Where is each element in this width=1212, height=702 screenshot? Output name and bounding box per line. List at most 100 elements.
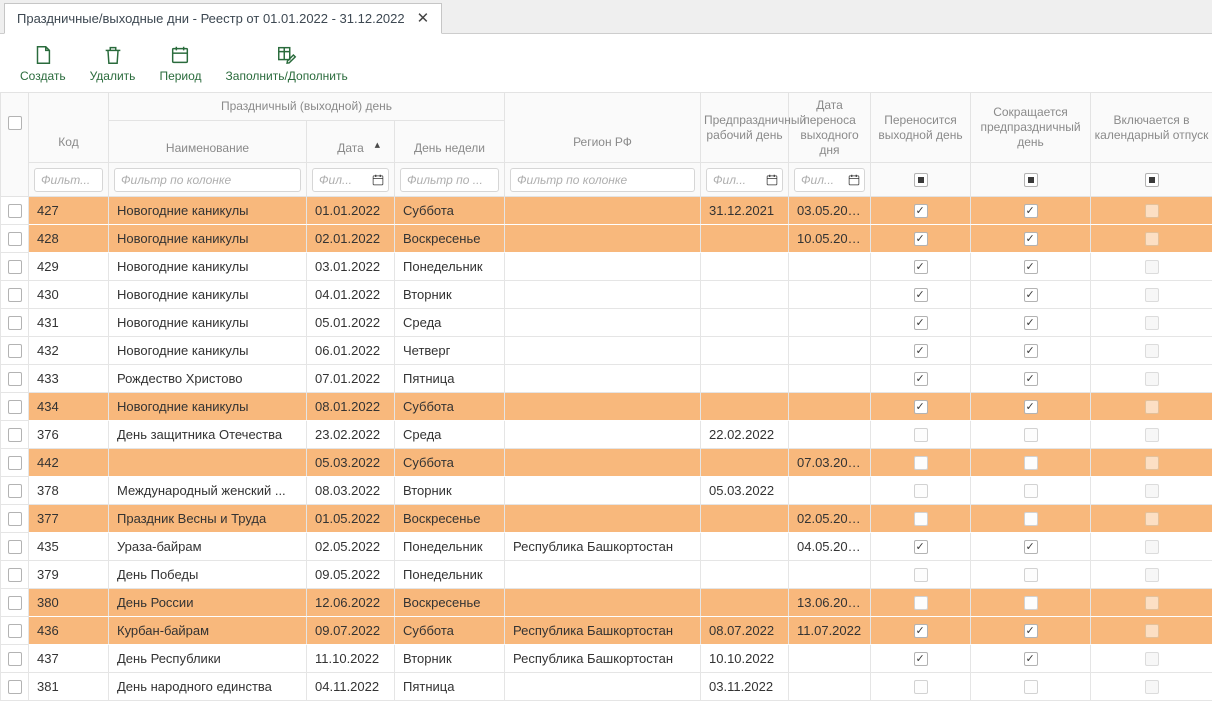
calendar-icon[interactable] xyxy=(372,174,384,190)
table-row[interactable]: 427Новогодние каникулы01.01.2022Суббота3… xyxy=(1,197,1212,225)
col-header-preholiday[interactable]: Предпраздничный рабочий день xyxy=(701,93,789,163)
create-button[interactable]: Создать xyxy=(20,44,66,83)
row-select-checkbox[interactable] xyxy=(8,372,22,386)
table-row[interactable]: 431Новогодние каникулы05.01.2022Среда xyxy=(1,309,1212,337)
shortened-checkbox[interactable] xyxy=(1024,316,1038,330)
carried-checkbox[interactable] xyxy=(914,316,928,330)
shortened-checkbox[interactable] xyxy=(1024,428,1038,442)
carried-checkbox[interactable] xyxy=(914,288,928,302)
carried-checkbox[interactable] xyxy=(914,260,928,274)
table-row[interactable]: 429Новогодние каникулы03.01.2022Понедель… xyxy=(1,253,1212,281)
row-select-checkbox[interactable] xyxy=(8,260,22,274)
tab-holidays-register[interactable]: Праздничные/выходные дни - Реестр от 01.… xyxy=(4,3,442,34)
shortened-checkbox[interactable] xyxy=(1024,624,1038,638)
vacation-checkbox xyxy=(1145,288,1159,302)
table-row[interactable]: 435Ураза-байрам02.05.2022ПонедельникРесп… xyxy=(1,533,1212,561)
carried-checkbox[interactable] xyxy=(914,204,928,218)
shortened-checkbox[interactable] xyxy=(1024,260,1038,274)
col-header-name[interactable]: Наименование xyxy=(109,121,307,163)
col-header-date[interactable]: Дата ▲ xyxy=(307,121,395,163)
carried-checkbox[interactable] xyxy=(914,428,928,442)
vacation-filter-checkbox[interactable] xyxy=(1145,173,1159,187)
row-select-checkbox[interactable] xyxy=(8,484,22,498)
row-select-checkbox[interactable] xyxy=(8,344,22,358)
row-select-checkbox[interactable] xyxy=(8,456,22,470)
table-row[interactable]: 430Новогодние каникулы04.01.2022Вторник xyxy=(1,281,1212,309)
col-header-shortened[interactable]: Сокращается предпраздничный день xyxy=(971,93,1091,163)
shortened-checkbox[interactable] xyxy=(1024,680,1038,694)
carried-checkbox[interactable] xyxy=(914,596,928,610)
row-select-checkbox[interactable] xyxy=(8,288,22,302)
carried-checkbox[interactable] xyxy=(914,232,928,246)
row-select-checkbox[interactable] xyxy=(8,596,22,610)
carried-checkbox[interactable] xyxy=(914,624,928,638)
row-select-checkbox[interactable] xyxy=(8,680,22,694)
shortened-checkbox[interactable] xyxy=(1024,596,1038,610)
table-row[interactable]: 434Новогодние каникулы08.01.2022Суббота xyxy=(1,393,1212,421)
delete-button[interactable]: Удалить xyxy=(90,44,136,83)
table-row[interactable]: 380День России12.06.2022Воскресенье13.06… xyxy=(1,589,1212,617)
row-select-checkbox[interactable] xyxy=(8,624,22,638)
period-button[interactable]: Период xyxy=(159,44,201,83)
carried-checkbox[interactable] xyxy=(914,344,928,358)
shortened-checkbox[interactable] xyxy=(1024,540,1038,554)
calendar-icon[interactable] xyxy=(766,174,778,190)
row-select-checkbox[interactable] xyxy=(8,652,22,666)
filter-name-input[interactable] xyxy=(114,168,301,192)
col-header-weekday[interactable]: День недели xyxy=(395,121,505,163)
shortened-checkbox[interactable] xyxy=(1024,232,1038,246)
filter-region-input[interactable] xyxy=(510,168,695,192)
col-header-code[interactable]: Код xyxy=(29,93,109,163)
table-row[interactable]: 433Рождество Христово07.01.2022Пятница xyxy=(1,365,1212,393)
col-header-carried[interactable]: Переносится выходной день xyxy=(871,93,971,163)
filter-code-input[interactable] xyxy=(34,168,103,192)
table-row[interactable]: 378Международный женский ...08.03.2022Вт… xyxy=(1,477,1212,505)
shortened-checkbox[interactable] xyxy=(1024,288,1038,302)
carried-checkbox[interactable] xyxy=(914,484,928,498)
table-row[interactable]: 377Праздник Весны и Труда01.05.2022Воскр… xyxy=(1,505,1212,533)
select-all-checkbox[interactable] xyxy=(8,116,22,130)
shortened-checkbox[interactable] xyxy=(1024,456,1038,470)
shortened-checkbox[interactable] xyxy=(1024,204,1038,218)
table-row[interactable]: 376День защитника Отечества23.02.2022Сре… xyxy=(1,421,1212,449)
table-row[interactable]: 432Новогодние каникулы06.01.2022Четверг xyxy=(1,337,1212,365)
col-header-region[interactable]: Регион РФ xyxy=(505,93,701,163)
shortened-checkbox[interactable] xyxy=(1024,652,1038,666)
carried-filter-checkbox[interactable] xyxy=(914,173,928,187)
col-header-transfer[interactable]: Дата переноса выходного дня xyxy=(789,93,871,163)
carried-checkbox[interactable] xyxy=(914,568,928,582)
carried-checkbox[interactable] xyxy=(914,680,928,694)
table-row[interactable]: 44205.03.2022Суббота07.03.2022 xyxy=(1,449,1212,477)
carried-checkbox[interactable] xyxy=(914,652,928,666)
col-header-vacation[interactable]: Включается в календарный отпуск xyxy=(1091,93,1212,163)
shortened-checkbox[interactable] xyxy=(1024,400,1038,414)
carried-checkbox[interactable] xyxy=(914,540,928,554)
shortened-filter-checkbox[interactable] xyxy=(1024,173,1038,187)
row-select-checkbox[interactable] xyxy=(8,540,22,554)
calendar-icon[interactable] xyxy=(848,174,860,190)
row-select-checkbox[interactable] xyxy=(8,428,22,442)
carried-checkbox[interactable] xyxy=(914,456,928,470)
row-select-checkbox[interactable] xyxy=(8,568,22,582)
shortened-checkbox[interactable] xyxy=(1024,484,1038,498)
tab-close-icon[interactable]: ✕ xyxy=(417,11,430,26)
shortened-checkbox[interactable] xyxy=(1024,372,1038,386)
carried-checkbox[interactable] xyxy=(914,512,928,526)
row-select-checkbox[interactable] xyxy=(8,512,22,526)
carried-checkbox[interactable] xyxy=(914,372,928,386)
table-row[interactable]: 437День Республики11.10.2022ВторникРеспу… xyxy=(1,645,1212,673)
table-row[interactable]: 436Курбан-байрам09.07.2022СубботаРеспубл… xyxy=(1,617,1212,645)
shortened-checkbox[interactable] xyxy=(1024,568,1038,582)
fill-button[interactable]: Заполнить/Дополнить xyxy=(226,44,348,83)
row-select-checkbox[interactable] xyxy=(8,400,22,414)
row-select-checkbox[interactable] xyxy=(8,232,22,246)
row-select-checkbox[interactable] xyxy=(8,316,22,330)
table-row[interactable]: 379День Победы09.05.2022Понедельник xyxy=(1,561,1212,589)
row-select-checkbox[interactable] xyxy=(8,204,22,218)
table-row[interactable]: 381День народного единства04.11.2022Пятн… xyxy=(1,673,1212,701)
carried-checkbox[interactable] xyxy=(914,400,928,414)
shortened-checkbox[interactable] xyxy=(1024,344,1038,358)
filter-weekday-input[interactable] xyxy=(400,168,499,192)
table-row[interactable]: 428Новогодние каникулы02.01.2022Воскресе… xyxy=(1,225,1212,253)
shortened-checkbox[interactable] xyxy=(1024,512,1038,526)
